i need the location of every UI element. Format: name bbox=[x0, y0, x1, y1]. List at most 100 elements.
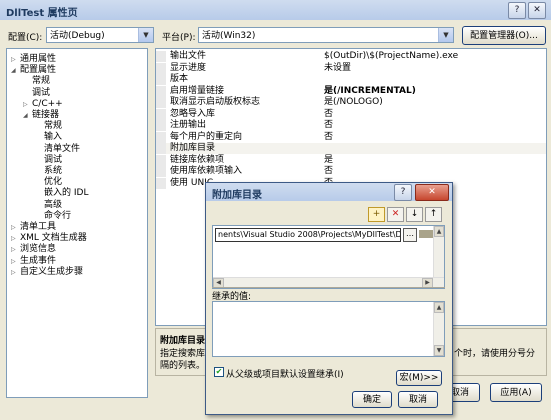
tree-item[interactable]: 高级 bbox=[35, 199, 62, 211]
tree-item[interactable]: ▷ 生成事件 bbox=[11, 255, 56, 267]
property-value[interactable]: 否 bbox=[324, 132, 333, 143]
tree-item-label: 常规 bbox=[44, 121, 63, 132]
tree-item[interactable]: 命令行 bbox=[35, 210, 71, 222]
property-row[interactable]: 显示进度 未设置 bbox=[156, 62, 546, 74]
row-gutter bbox=[156, 154, 166, 166]
delete-icon[interactable]: ✕ bbox=[387, 207, 404, 222]
macro-button[interactable]: 宏(M)>> bbox=[396, 370, 442, 386]
inherited-scrollbar[interactable]: ▲ ▼ bbox=[433, 302, 444, 356]
expand-arrow-icon[interactable]: ▷ bbox=[11, 267, 20, 279]
apply-button[interactable]: 应用(A) bbox=[490, 383, 542, 402]
row-gutter bbox=[156, 97, 166, 108]
property-value[interactable]: 否 bbox=[324, 166, 333, 177]
dialog-help-button[interactable]: ? bbox=[394, 184, 412, 201]
property-name: 显示进度 bbox=[170, 62, 207, 73]
property-value[interactable]: 否 bbox=[324, 109, 333, 120]
additional-lib-dirs-dialog: 附加库目录 ? ✕ + ✕ ↓ ↑ nents\Visual Studio 20… bbox=[205, 182, 453, 415]
tree-item-label: 浏览信息 bbox=[20, 244, 57, 255]
collapse-arrow-icon[interactable]: ◢ bbox=[11, 65, 20, 77]
description-line1-right: 个时，请使用分号分 bbox=[454, 349, 536, 359]
config-manager-button[interactable]: 配置管理器(O)... bbox=[462, 26, 546, 45]
property-row[interactable]: 取消显示启动版权标志 是(/NOLOGO) bbox=[156, 97, 546, 108]
tree-item-label: 优化 bbox=[44, 177, 63, 188]
row-gutter bbox=[156, 166, 166, 177]
scroll-up-icon[interactable]: ▲ bbox=[434, 302, 444, 313]
property-row[interactable]: 启用增量链接 是(/INCREMENTAL) bbox=[156, 85, 546, 97]
tree-item[interactable]: 常规 bbox=[35, 120, 62, 132]
ok-button[interactable]: 确定 bbox=[352, 391, 392, 408]
property-value[interactable]: 是(/NOLOGO) bbox=[324, 97, 383, 108]
config-dropdown[interactable]: 活动(Debug) ▼ bbox=[46, 27, 154, 43]
row-gutter bbox=[156, 177, 166, 189]
property-row[interactable]: 注册输出 否 bbox=[156, 120, 546, 131]
directory-entry-input[interactable]: nents\Visual Studio 2008\Projects\MyDllT… bbox=[215, 228, 401, 242]
platform-label: 平台(P): bbox=[162, 33, 196, 43]
tree-item[interactable]: ▷ XML 文档生成器 bbox=[11, 232, 87, 244]
dialog-title-bar: 附加库目录 ? ✕ bbox=[206, 183, 452, 201]
tree-item[interactable]: ◢ 链接器 bbox=[23, 109, 59, 121]
property-value[interactable]: 未设置 bbox=[324, 63, 351, 74]
property-tree[interactable]: ▷ 通用属性 ◢ 配置属性 常规 调试 ▷ C/C++ ◢ 链接器 常规 输入 清单文件 调试 系统 优化 嵌入… bbox=[6, 48, 148, 398]
directory-list[interactable]: nents\Visual Studio 2008\Projects\MyDllT… bbox=[212, 225, 445, 289]
tree-item[interactable]: 系统 bbox=[35, 165, 62, 177]
dialog-cancel-button[interactable]: 取消 bbox=[398, 391, 438, 408]
property-row[interactable]: 忽略导入库 否 bbox=[156, 108, 546, 120]
tree-item[interactable]: ▷ 通用属性 bbox=[11, 53, 56, 65]
property-value[interactable]: 否 bbox=[324, 120, 333, 131]
tree-item[interactable]: 嵌入的 IDL bbox=[35, 187, 88, 199]
tree-item[interactable]: ▷ 自定义生成步骤 bbox=[11, 266, 83, 278]
row-gutter bbox=[156, 85, 166, 97]
move-up-icon[interactable]: ↑ bbox=[425, 207, 442, 222]
scroll-down-icon[interactable]: ▼ bbox=[434, 345, 444, 356]
property-row[interactable]: 每个用户的重定向 否 bbox=[156, 131, 546, 143]
tree-item[interactable]: 清单文件 bbox=[35, 143, 80, 155]
property-row[interactable]: 版本 bbox=[156, 74, 546, 85]
tree-item-label: 常规 bbox=[32, 76, 51, 87]
inherited-values-list[interactable]: ▲ ▼ bbox=[212, 301, 445, 357]
row-gutter bbox=[156, 74, 166, 85]
tree-item[interactable]: 调试 bbox=[23, 87, 50, 99]
property-name: 使用库依赖项输入 bbox=[170, 166, 243, 176]
tree-item[interactable]: 调试 bbox=[35, 154, 62, 166]
collapse-arrow-icon[interactable]: ◢ bbox=[23, 110, 32, 122]
tree-item-label: 清单工具 bbox=[20, 222, 57, 232]
tree-item[interactable]: ◢ 配置属性 bbox=[11, 64, 56, 76]
property-name: 输出文件 bbox=[170, 51, 207, 61]
property-value[interactable]: 是(/INCREMENTAL) bbox=[324, 86, 416, 97]
property-value[interactable]: $(OutDir)\$(ProjectName).exe bbox=[324, 51, 458, 62]
tree-item-label: 调试 bbox=[44, 154, 63, 165]
scroll-up-icon[interactable]: ▲ bbox=[434, 226, 444, 237]
browse-button[interactable]: … bbox=[403, 228, 417, 242]
tree-item[interactable]: ▷ 浏览信息 bbox=[11, 243, 56, 255]
config-label: 配置(C): bbox=[8, 33, 43, 43]
tree-item-label: 高级 bbox=[44, 199, 63, 210]
configuration-bar: 配置(C): 活动(Debug) ▼ 平台(P): 活动(Win32) ▼ 配置… bbox=[0, 22, 551, 45]
tree-item-label: 调试 bbox=[32, 87, 51, 98]
tree-item[interactable]: 优化 bbox=[35, 176, 62, 188]
property-name: 启用增量链接 bbox=[170, 85, 225, 96]
tree-item-label: 链接器 bbox=[32, 110, 60, 120]
platform-dropdown[interactable]: 活动(Win32) ▼ bbox=[198, 27, 454, 43]
tree-item-label: 输入 bbox=[44, 132, 63, 143]
tree-item-label: 清单文件 bbox=[44, 143, 81, 154]
platform-value: 活动(Win32) bbox=[202, 31, 256, 41]
inherit-checkbox-label: 从父级或项目默认设置继承(I) bbox=[226, 370, 344, 380]
move-down-icon[interactable]: ↓ bbox=[406, 207, 423, 222]
tree-item-label: 嵌入的 IDL bbox=[44, 188, 89, 199]
tree-item[interactable]: ▷ 清单工具 bbox=[11, 221, 56, 233]
property-row[interactable]: 输出文件 $(OutDir)\$(ProjectName).exe bbox=[156, 51, 546, 62]
tree-item-label: C/C++ bbox=[32, 98, 63, 109]
tree-item[interactable]: 输入 bbox=[35, 131, 62, 143]
property-row[interactable]: 使用库依赖项输入 否 bbox=[156, 166, 546, 177]
tree-item[interactable]: 常规 bbox=[23, 75, 50, 87]
property-row[interactable]: 链接库依赖项 是 bbox=[156, 154, 546, 166]
row-gutter bbox=[156, 51, 166, 62]
dialog-close-button[interactable]: ✕ bbox=[415, 184, 449, 201]
help-button[interactable]: ? bbox=[508, 2, 526, 19]
close-button[interactable]: ✕ bbox=[528, 2, 546, 19]
inherit-checkbox[interactable]: ✔ bbox=[214, 367, 224, 377]
tree-item[interactable]: ▷ C/C++ bbox=[23, 98, 63, 110]
new-folder-icon[interactable]: + bbox=[368, 207, 385, 222]
property-value[interactable]: 是 bbox=[324, 155, 333, 166]
property-row[interactable]: 附加库目录 bbox=[156, 143, 546, 154]
